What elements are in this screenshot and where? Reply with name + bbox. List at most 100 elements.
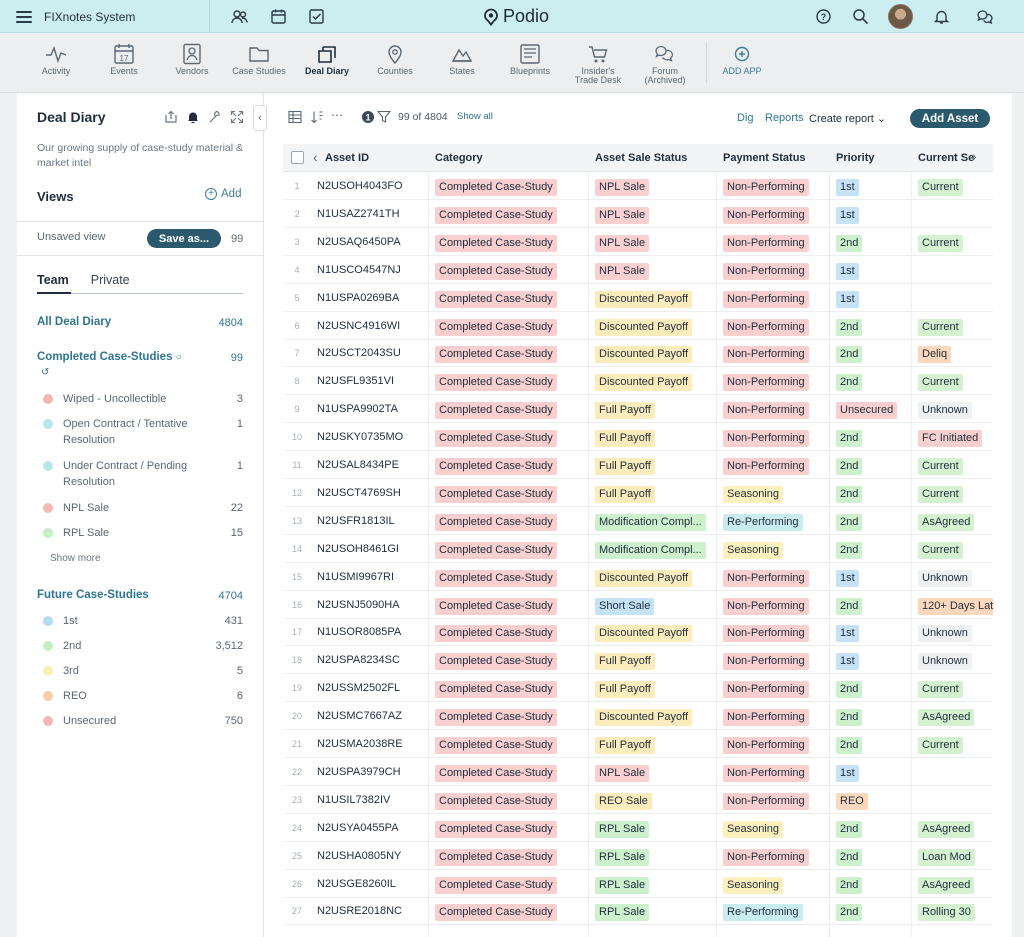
table-row[interactable]: 22 N2USPA3979CH Completed Case-Study NPL Sa… (283, 758, 993, 786)
history-icon[interactable]: ↺ (41, 367, 49, 378)
table-row[interactable]: 9 N1USPA9902TA Completed Case-Study Full Pa… (283, 395, 993, 424)
sidebar-subview-item[interactable]: 1st 431 (43, 613, 243, 629)
sidebar-subview-item[interactable]: 2nd 3,512 (43, 638, 243, 654)
create-report-dropdown[interactable]: Create report ⌄ (809, 112, 886, 125)
app-vendors[interactable]: Vendors (157, 43, 227, 76)
wrench-icon[interactable] (208, 110, 222, 124)
asset-id-cell[interactable]: N1USCO4547NJ (317, 256, 401, 284)
app-states[interactable]: States (427, 43, 497, 76)
view-completed-case-studies[interactable]: Completed Case-Studies ○ (37, 351, 182, 363)
sidebar-subview-item[interactable]: Open Contract / Tentative Resolution 1 (43, 416, 243, 448)
sidebar-subview-item[interactable]: Under Contract / Pending Resolution 1 (43, 458, 243, 490)
table-row[interactable]: 19 N2USSM2502FL Completed Case-Study Full P… (283, 674, 993, 703)
asset-id-cell[interactable]: N2USMC7667AZ (317, 702, 402, 730)
scroll-left-icon[interactable]: ‹ (313, 149, 318, 165)
share-icon[interactable] (164, 110, 178, 124)
tab-private[interactable]: Private (91, 273, 130, 287)
show-all-link[interactable]: Show all (457, 111, 493, 122)
asset-id-cell[interactable]: N2USNJ5090HA (317, 591, 400, 619)
table-row[interactable]: 6 N2USNC4916WI Completed Case-Study Discoun… (283, 312, 993, 340)
dig-link[interactable]: Dig (737, 112, 754, 124)
calendar-icon[interactable] (270, 8, 287, 25)
table-row[interactable]: 2 N1USAZ2741TH Completed Case-Study NPL Sal… (283, 200, 993, 228)
asset-id-cell[interactable]: N2USGE8260IL (317, 870, 396, 898)
table-row[interactable]: 1 N2USOH4043FO Completed Case-Study NPL Sal… (283, 172, 993, 200)
expand-icon[interactable] (230, 110, 244, 124)
app-blueprints[interactable]: Blueprints (495, 43, 565, 76)
app-forum[interactable]: Forum (Archived) (630, 43, 700, 85)
column-header-category[interactable]: Category (435, 152, 483, 164)
table-row[interactable]: 4 N1USCO4547NJ Completed Case-Study NPL Sal… (283, 256, 993, 284)
app-insiders-trade-desk[interactable]: Insider's Trade Desk (563, 43, 633, 85)
asset-id-cell[interactable]: N2USOH8461GI (317, 535, 399, 563)
asset-id-cell[interactable]: N1USIL7382IV (317, 786, 390, 814)
table-row[interactable]: 14 N2USOH8461GI Completed Case-Study Modifi… (283, 535, 993, 563)
table-row[interactable]: 24 N2USYA0455PA Completed Case-Study RPL Sa… (283, 814, 993, 842)
sidebar-subview-item[interactable]: Wiped - Uncollectible 3 (43, 391, 243, 407)
asset-id-cell[interactable]: N2USHA0805NY (317, 842, 401, 870)
sidebar-subview-item[interactable]: NPL Sale 22 (43, 500, 243, 516)
show-more-link[interactable]: Show more (50, 553, 101, 564)
column-header-asset-id[interactable]: Asset ID (325, 152, 369, 164)
column-header-current-status[interactable]: Current Se (918, 152, 974, 164)
workspace-switcher[interactable]: FIXnotes System (0, 0, 210, 33)
sidebar-subview-item[interactable]: RPL Sale 15 (43, 525, 243, 541)
asset-id-cell[interactable]: N2USCT2043SU (317, 339, 401, 367)
app-counties[interactable]: Counties (360, 43, 430, 76)
asset-id-cell[interactable]: N2USKY0735MO (317, 423, 403, 451)
column-header-priority[interactable]: Priority (836, 152, 875, 164)
asset-id-cell[interactable]: N2USAQ6450PA (317, 228, 401, 256)
table-row[interactable]: 8 N2USFL9351VI Completed Case-Study Discoun… (283, 367, 993, 396)
table-row[interactable]: 25 N2USHA0805NY Completed Case-Study RPL Sa… (283, 842, 993, 870)
asset-id-cell[interactable]: N1USAZ2741TH (317, 200, 400, 228)
column-header-asset-sale-status[interactable]: Asset Sale Status (595, 152, 687, 164)
tasks-icon[interactable] (308, 8, 325, 25)
asset-id-cell[interactable]: N2USMA2038RE (317, 730, 403, 758)
sort-icon[interactable] (310, 110, 324, 124)
app-activity[interactable]: Activity (21, 43, 91, 76)
save-as-button[interactable]: Save as... (147, 229, 221, 248)
chat-icon[interactable] (976, 8, 993, 25)
table-row[interactable]: 3 N2USAQ6450PA Completed Case-Study NPL Sal… (283, 228, 993, 256)
user-avatar[interactable] (888, 4, 913, 29)
notifications-bell-icon[interactable] (933, 8, 950, 25)
asset-id-cell[interactable]: N2USFR1813IL (317, 507, 395, 535)
hamburger-menu-icon[interactable] (16, 10, 32, 23)
view-future-case-studies[interactable]: Future Case-Studies (37, 589, 149, 601)
scroll-right-icon[interactable]: › (972, 148, 977, 164)
table-row[interactable]: 15 N1USMI9967RI Completed Case-Study Discou… (283, 563, 993, 591)
column-header-payment-status[interactable]: Payment Status (723, 152, 806, 164)
table-row[interactable]: 18 N2USPA8234SC Completed Case-Study Full P… (283, 646, 993, 675)
table-row[interactable]: 11 N2USAL8434PE Completed Case-Study Full P… (283, 451, 993, 479)
help-icon[interactable]: ? (815, 8, 832, 25)
asset-id-cell[interactable]: N2USNC4916WI (317, 312, 400, 340)
workspace-name[interactable]: FIXnotes System (44, 10, 135, 24)
view-all-deal-diary[interactable]: All Deal Diary (37, 316, 111, 328)
add-asset-button[interactable]: Add Asset (910, 109, 990, 128)
asset-id-cell[interactable]: N1USPA9902TA (317, 395, 398, 423)
sidebar-subview-item[interactable]: Unsecured 750 (43, 713, 243, 729)
asset-id-cell[interactable]: N2USPA3979CH (317, 758, 401, 786)
table-row[interactable]: 13 N2USFR1813IL Completed Case-Study Modifi… (283, 507, 993, 535)
sidebar-subview-item[interactable]: 3rd 5 (43, 663, 243, 679)
tab-team[interactable]: Team (37, 273, 69, 287)
reports-link[interactable]: Reports (765, 112, 804, 124)
table-row[interactable]: 17 N1USOR8085PA Completed Case-Study Discou… (283, 618, 993, 647)
sidebar-subview-item[interactable]: REO 6 (43, 688, 243, 704)
asset-id-cell[interactable]: N2USCT4769SH (317, 479, 401, 507)
table-row[interactable]: 27 N2USRE2018NC Completed Case-Study RPL Sa… (283, 897, 993, 926)
asset-id-cell[interactable]: N1USOR8085PA (317, 618, 401, 646)
table-row[interactable]: 23 N1USIL7382IV Completed Case-Study REO Sa… (283, 786, 993, 814)
add-view-button[interactable]: + Add (205, 188, 241, 200)
search-icon[interactable] (852, 8, 869, 25)
table-view-icon[interactable] (288, 110, 302, 124)
app-case-studies[interactable]: Case Studies (224, 43, 294, 76)
table-row[interactable]: 7 N2USCT2043SU Completed Case-Study Discoun… (283, 339, 993, 368)
asset-id-cell[interactable]: N1USPA0269BA (317, 284, 399, 312)
asset-id-cell[interactable]: N2USRE2018NC (317, 897, 402, 925)
contacts-icon[interactable] (231, 8, 248, 25)
info-badge-icon[interactable]: 1 (361, 110, 375, 124)
table-row[interactable]: 10 N2USKY0735MO Completed Case-Study Full P… (283, 423, 993, 452)
table-row[interactable]: 20 N2USMC7667AZ Completed Case-Study Discou… (283, 702, 993, 731)
filter-icon[interactable] (377, 110, 391, 124)
